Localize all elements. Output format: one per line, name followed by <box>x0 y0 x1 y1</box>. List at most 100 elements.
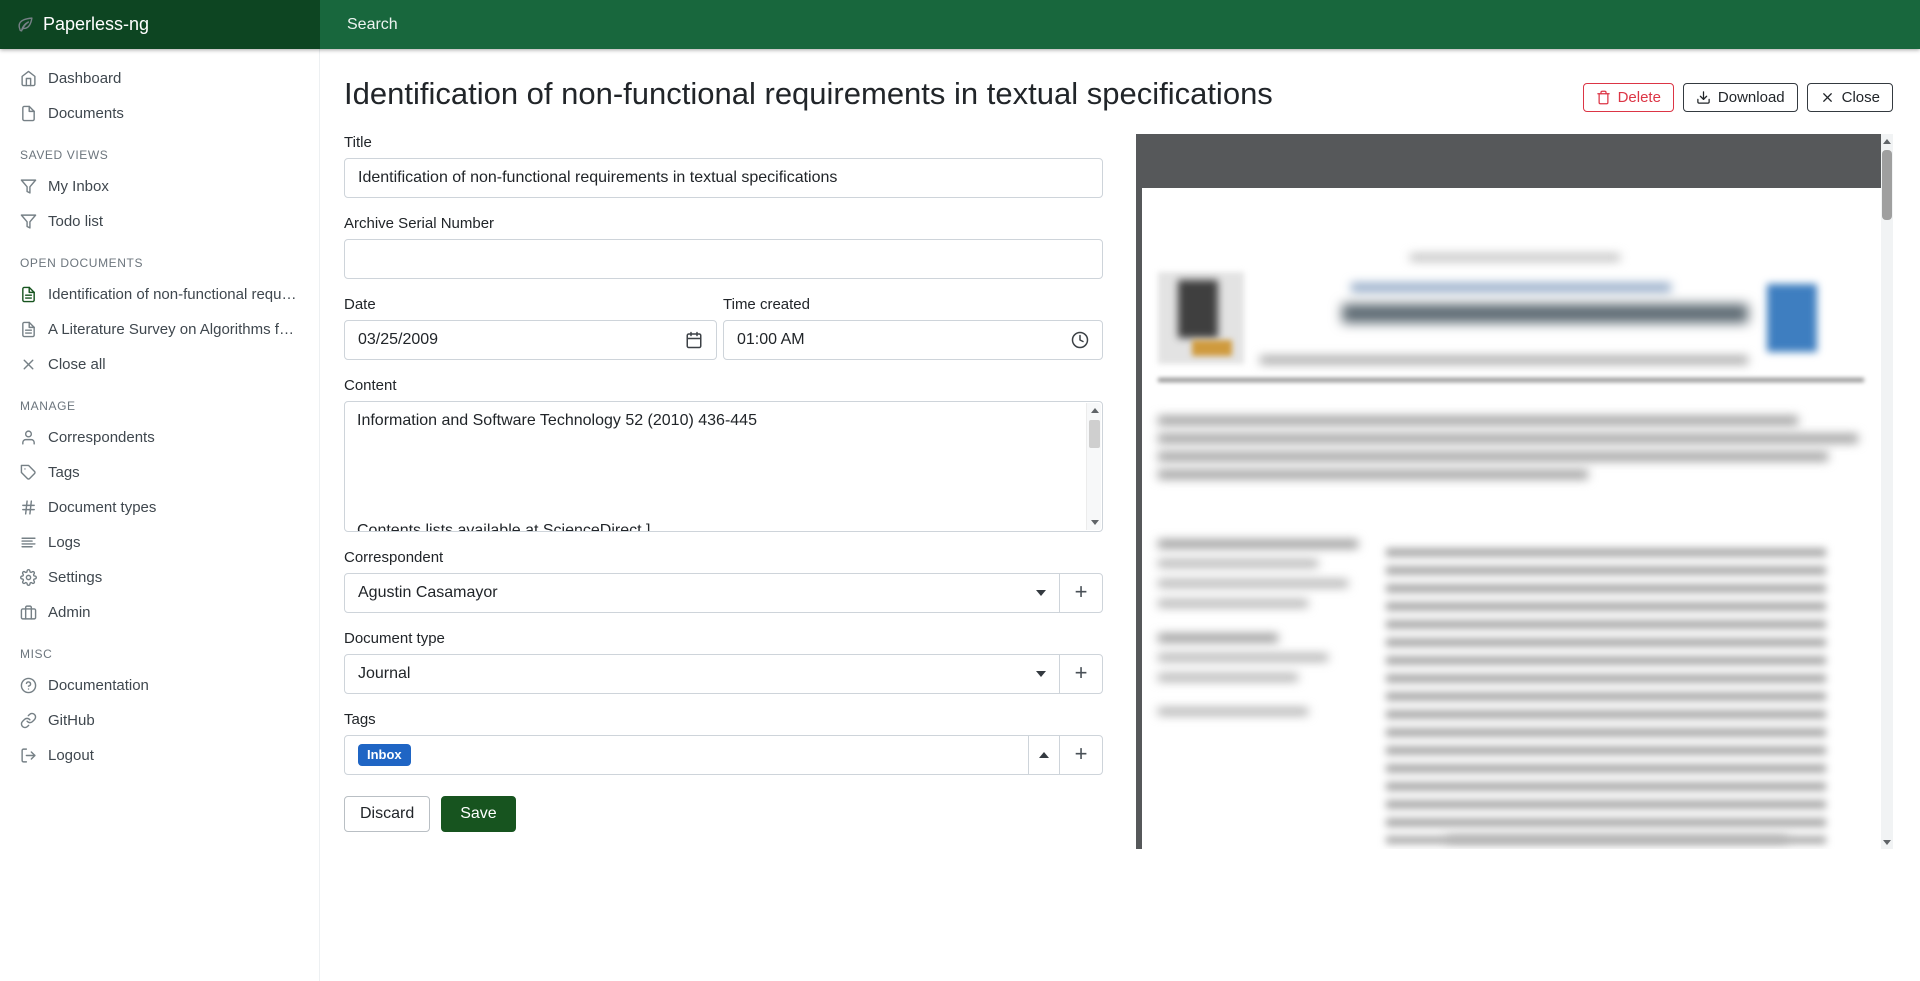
brand[interactable]: Paperless-ng <box>0 0 320 49</box>
sidebar-item-github[interactable]: GitHub <box>0 703 319 738</box>
content-textarea-wrap: Information and Software Technology 52 (… <box>344 401 1103 532</box>
date-input[interactable]: 03/25/2009 <box>344 320 717 360</box>
document-type-select[interactable]: Journal <box>344 654 1060 694</box>
sidebar-item-label: My Inbox <box>48 178 299 195</box>
content-field-label: Content <box>344 377 1103 394</box>
tags-input[interactable]: Inbox <box>344 735 1029 775</box>
sidebar-item-my-inbox[interactable]: My Inbox <box>0 169 319 204</box>
documents-icon <box>20 105 37 122</box>
sidebar-item-dashboard[interactable]: Dashboard <box>0 61 319 96</box>
sidebar-item-label: Correspondents <box>48 429 299 446</box>
sidebar-item-logout[interactable]: Logout <box>0 738 319 773</box>
date-field-label: Date <box>344 296 717 313</box>
blur-cover-thumbnail <box>1767 284 1817 352</box>
sidebar-item-correspondents[interactable]: Correspondents <box>0 420 319 455</box>
blur-subtitle-line <box>1260 356 1748 364</box>
sidebar-item-tags[interactable]: Tags <box>0 455 319 490</box>
pdf-viewport[interactable] <box>1136 134 1881 849</box>
app-window: Paperless-ng Dashboard Documents <box>0 0 1920 981</box>
blur-keywords-line <box>1158 634 1278 642</box>
content-textarea[interactable]: Information and Software Technology 52 (… <box>345 402 1085 531</box>
gear-icon <box>20 569 37 586</box>
scroll-down-icon[interactable] <box>1087 515 1102 530</box>
open-document-label: Identification of non-functional require… <box>48 286 299 303</box>
file-text-icon <box>20 286 37 303</box>
preview-scrollbar[interactable] <box>1881 134 1893 849</box>
blur-author-line <box>1158 580 1348 587</box>
sidebar-item-label: Settings <box>48 569 299 586</box>
date-value: 03/25/2009 <box>358 331 685 349</box>
blur-journal-link-line <box>1351 283 1671 292</box>
content-scrollbar[interactable] <box>1086 403 1101 530</box>
sidebar-item-label: Admin <box>48 604 299 621</box>
blur-article-title <box>1342 304 1748 323</box>
page-title: Identification of non-functional require… <box>344 75 1273 112</box>
blur-keywords-line <box>1158 654 1328 661</box>
preview-scrollbar-thumb[interactable] <box>1882 150 1892 220</box>
sidebar-item-label: Documentation <box>48 677 299 694</box>
blur-rule <box>1158 378 1864 382</box>
sidebar-item-logs[interactable]: Logs <box>0 525 319 560</box>
calendar-icon[interactable] <box>685 331 703 349</box>
search-input[interactable] <box>345 15 1045 35</box>
sidebar-item-documentation[interactable]: Documentation <box>0 668 319 703</box>
close-button[interactable]: Close <box>1807 83 1893 112</box>
manage-heading: MANAGE <box>0 382 319 420</box>
sidebar-open-document-2[interactable]: A Literature Survey on Algorithms for Mu… <box>0 312 319 347</box>
add-document-type-button[interactable]: + <box>1059 654 1103 694</box>
sidebar-item-admin[interactable]: Admin <box>0 595 319 630</box>
sidebar-open-document-1[interactable]: Identification of non-functional require… <box>0 277 319 312</box>
tag-icon <box>20 464 37 481</box>
blur-text-line <box>1158 416 1798 425</box>
blur-keywords-line <box>1158 674 1298 681</box>
correspondent-select[interactable]: Agustin Casamayor <box>344 573 1060 613</box>
sidebar-close-all[interactable]: Close all <box>0 347 319 382</box>
blur-logo-accent <box>1192 340 1232 356</box>
blur-logo-mark <box>1178 280 1218 338</box>
saved-views-heading: SAVED VIEWS <box>0 131 319 169</box>
discard-button[interactable]: Discard <box>344 796 430 832</box>
sidebar-item-label: Documents <box>48 105 299 122</box>
sidebar-item-todo-list[interactable]: Todo list <box>0 204 319 239</box>
save-button[interactable]: Save <box>441 796 515 832</box>
scroll-up-icon[interactable] <box>1881 134 1893 148</box>
title-input[interactable] <box>344 158 1103 198</box>
content-scrollbar-thumb[interactable] <box>1089 420 1100 448</box>
document-type-value: Journal <box>358 665 1036 683</box>
document-form: Title Archive Serial Number Date 03/2 <box>344 134 1103 862</box>
scroll-up-icon[interactable] <box>1087 403 1102 418</box>
chevron-down-icon <box>1036 671 1046 677</box>
tag-badge-inbox[interactable]: Inbox <box>358 744 411 766</box>
download-button[interactable]: Download <box>1683 83 1798 112</box>
delete-button[interactable]: Delete <box>1583 83 1674 112</box>
add-correspondent-button[interactable]: + <box>1059 573 1103 613</box>
sidebar-item-label: Logs <box>48 534 299 551</box>
delete-button-label: Delete <box>1618 89 1661 106</box>
logout-icon <box>20 747 37 764</box>
open-documents-heading: OPEN DOCUMENTS <box>0 239 319 277</box>
leaf-logo-icon <box>17 16 34 33</box>
misc-heading: MISC <box>0 630 319 668</box>
tags-dropdown-toggle[interactable] <box>1028 735 1060 775</box>
correspondent-field-label: Correspondent <box>344 549 1103 566</box>
sidebar-item-document-types[interactable]: Document types <box>0 490 319 525</box>
chevron-down-icon <box>1036 590 1046 596</box>
download-button-label: Download <box>1718 89 1785 106</box>
filter-icon <box>20 178 37 195</box>
help-icon <box>20 677 37 694</box>
scroll-down-icon[interactable] <box>1881 835 1893 849</box>
blur-footer-line <box>1447 836 1787 842</box>
sidebar-item-label: Dashboard <box>48 70 299 87</box>
document-type-field-label: Document type <box>344 630 1103 647</box>
sidebar-item-documents[interactable]: Documents <box>0 96 319 131</box>
file-text-icon <box>20 321 37 338</box>
blur-author-line <box>1158 600 1308 607</box>
hash-icon <box>20 499 37 516</box>
time-value: 01:00 AM <box>737 331 1071 349</box>
asn-field-label: Archive Serial Number <box>344 215 1103 232</box>
archive-serial-number-input[interactable] <box>344 239 1103 279</box>
time-input[interactable]: 01:00 AM <box>723 320 1103 360</box>
add-tag-button[interactable]: + <box>1059 735 1103 775</box>
clock-icon[interactable] <box>1071 331 1089 349</box>
sidebar-item-settings[interactable]: Settings <box>0 560 319 595</box>
